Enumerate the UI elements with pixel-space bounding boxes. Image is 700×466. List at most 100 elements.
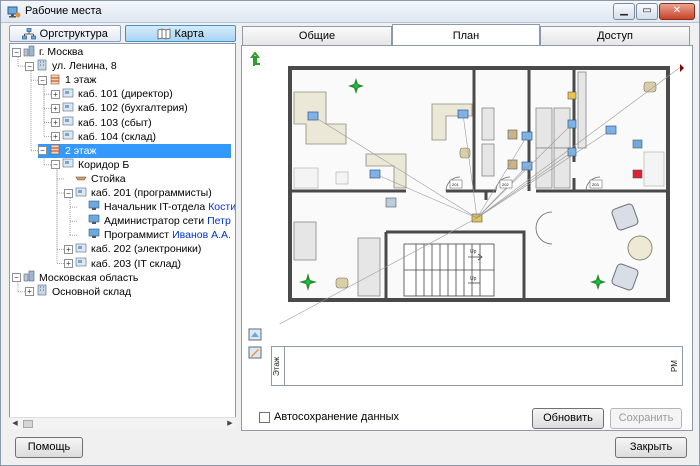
room-icon (75, 186, 91, 201)
tree-node-person[interactable]: Кости (208, 201, 235, 213)
scroll-thumb[interactable] (23, 420, 33, 428)
tree-node[interactable]: + каб. 104 (склад) (51, 130, 156, 144)
tree-node[interactable]: Программист Иванов А.А. (77, 228, 231, 242)
refresh-button[interactable]: Обновить (532, 408, 604, 429)
tree-node[interactable]: − ул. Ленина, 8 (25, 59, 117, 73)
tree-node-label: Администратор сети (104, 215, 205, 228)
workstation-layer-label: РМ (670, 360, 679, 372)
tree-node[interactable]: + каб. 102 (бухгалтерия) (51, 101, 188, 115)
save-button[interactable]: Сохранить (610, 408, 682, 429)
autosave-checkbox-box[interactable] (259, 411, 270, 423)
title-bar: Рабочие места ▁ ▭ ✕ (1, 1, 699, 23)
tree-node-label: 2 этаж (65, 144, 97, 157)
building-icon (36, 59, 52, 74)
tree-expander[interactable]: − (12, 273, 21, 283)
tree-node[interactable]: − каб. 201 (программисты) (64, 186, 212, 200)
tree-expander[interactable]: − (64, 188, 73, 198)
tree-expander[interactable]: + (64, 244, 73, 254)
room-icon (62, 157, 78, 172)
pc-icon (88, 214, 104, 229)
tree-node-label: г. Москва (39, 46, 84, 58)
tree-node[interactable]: + каб. 103 (сбыт) (51, 116, 152, 130)
edit-object-icon[interactable] (248, 346, 262, 359)
tree-node[interactable]: Начальник IT-отдела Кости (77, 200, 235, 215)
tree-expander[interactable]: − (38, 146, 47, 156)
stairs-up-label-bottom: Up (470, 276, 477, 282)
tree-node[interactable]: − Московская область (12, 270, 138, 285)
room-number-201: 201 (452, 182, 459, 187)
help-button[interactable]: Помощь (15, 437, 83, 458)
plan-right-marker[interactable] (680, 64, 684, 72)
room-icon (75, 256, 91, 271)
add-object-icon[interactable] (248, 328, 262, 341)
tree-node[interactable]: + каб. 202 (электроники) (64, 242, 201, 256)
tree-node-label: ул. Ленина, 8 (52, 60, 117, 73)
stairs-up-label-top: Up (470, 249, 477, 255)
room-icon (62, 129, 78, 144)
level-up-icon[interactable] (250, 52, 260, 66)
right-tabs: Общие План Доступ (242, 24, 692, 46)
floor-icon (49, 143, 65, 158)
tree-node-label: Программист (104, 229, 170, 242)
location-tree[interactable]: − г. Москва − ул. Ленина, 8−1 этаж + каб. 101… (9, 43, 236, 429)
close-window-button[interactable]: ✕ (659, 3, 695, 20)
tree-node[interactable]: − 2 этаж (38, 143, 231, 158)
floor-layer-label: Этаж (272, 356, 281, 376)
stairs (403, 243, 495, 297)
tree-expander[interactable]: − (12, 47, 21, 57)
desk-icon (75, 171, 91, 186)
tab-org-structure[interactable]: Оргструктура (9, 25, 121, 42)
layer-selector[interactable]: Этаж РМ (271, 346, 683, 386)
autosave-label: Автосохранение данных (274, 411, 400, 423)
maximize-button[interactable]: ▭ (636, 3, 658, 20)
tree-node-label: каб. 102 (бухгалтерия) (78, 102, 188, 115)
tree-node-label: Начальник IT-отдела (104, 201, 206, 214)
tree-node[interactable]: − 1 этаж (38, 73, 96, 87)
tree-node-label: Коридор Б (78, 158, 130, 171)
layer-divider (284, 347, 285, 385)
tree-horizontal-scrollbar[interactable]: ◀ ▶ (9, 417, 236, 429)
tree-expander[interactable]: + (25, 287, 34, 297)
tree-node[interactable]: Администратор сети Петр (77, 214, 231, 228)
tab-map[interactable]: Карта (124, 25, 236, 42)
tree-expander[interactable]: − (38, 75, 47, 85)
scroll-right-arrow[interactable]: ▶ (224, 418, 236, 430)
close-button[interactable]: Закрыть (615, 437, 687, 458)
tree-expander[interactable]: + (51, 118, 60, 127)
tree-node-label: каб. 201 (программисты) (91, 187, 212, 199)
tree-node-label: каб. 101 (директор) (78, 88, 173, 101)
left-view-tabs: Оргструктура Карта (9, 25, 236, 42)
tree-node-person[interactable]: Петр (207, 215, 231, 227)
floor-plan[interactable]: Up Up 201 202 203 (246, 52, 686, 324)
floor-icon (49, 73, 65, 88)
tree-node[interactable]: + Основной склад (25, 284, 131, 299)
room-icon (75, 242, 91, 257)
tree-expander[interactable]: + (51, 89, 60, 99)
tree-node[interactable]: + каб. 203 (IT склад) (64, 257, 181, 271)
tree-expander[interactable]: − (51, 160, 60, 170)
tree-node[interactable]: − г. Москва (12, 45, 83, 59)
tree-node[interactable]: + каб. 101 (директор) (51, 87, 173, 101)
org-chart-icon (21, 27, 36, 39)
tree-node-label: каб. 202 (электроники) (91, 243, 202, 256)
tab-access[interactable]: Доступ (540, 26, 690, 45)
city-icon (23, 45, 39, 60)
scroll-left-arrow[interactable]: ◀ (9, 418, 21, 430)
workstations-app-icon (7, 6, 21, 18)
room-icon (62, 115, 78, 130)
tree-expander[interactable]: − (25, 61, 34, 71)
tree-node[interactable]: Стойка (64, 172, 126, 186)
tree-node[interactable]: − Коридор Б (51, 158, 129, 172)
tree-node-person[interactable]: Иванов А.А. (172, 229, 231, 241)
tree-expander[interactable]: + (51, 103, 60, 113)
city-icon (23, 270, 39, 285)
tree-node-label: Стойка (91, 172, 126, 185)
minimize-button[interactable]: ▁ (613, 3, 635, 20)
autosave-checkbox[interactable]: Автосохранение данных (259, 411, 399, 423)
tab-plan[interactable]: План (392, 24, 540, 46)
tab-general[interactable]: Общие (242, 26, 392, 45)
plan-panel: Up Up 201 202 203 Этаж РМ Автосохранение… (241, 45, 693, 431)
tree-expander[interactable]: + (64, 259, 73, 268)
pc-icon (88, 200, 104, 215)
tree-expander[interactable]: + (51, 132, 60, 142)
